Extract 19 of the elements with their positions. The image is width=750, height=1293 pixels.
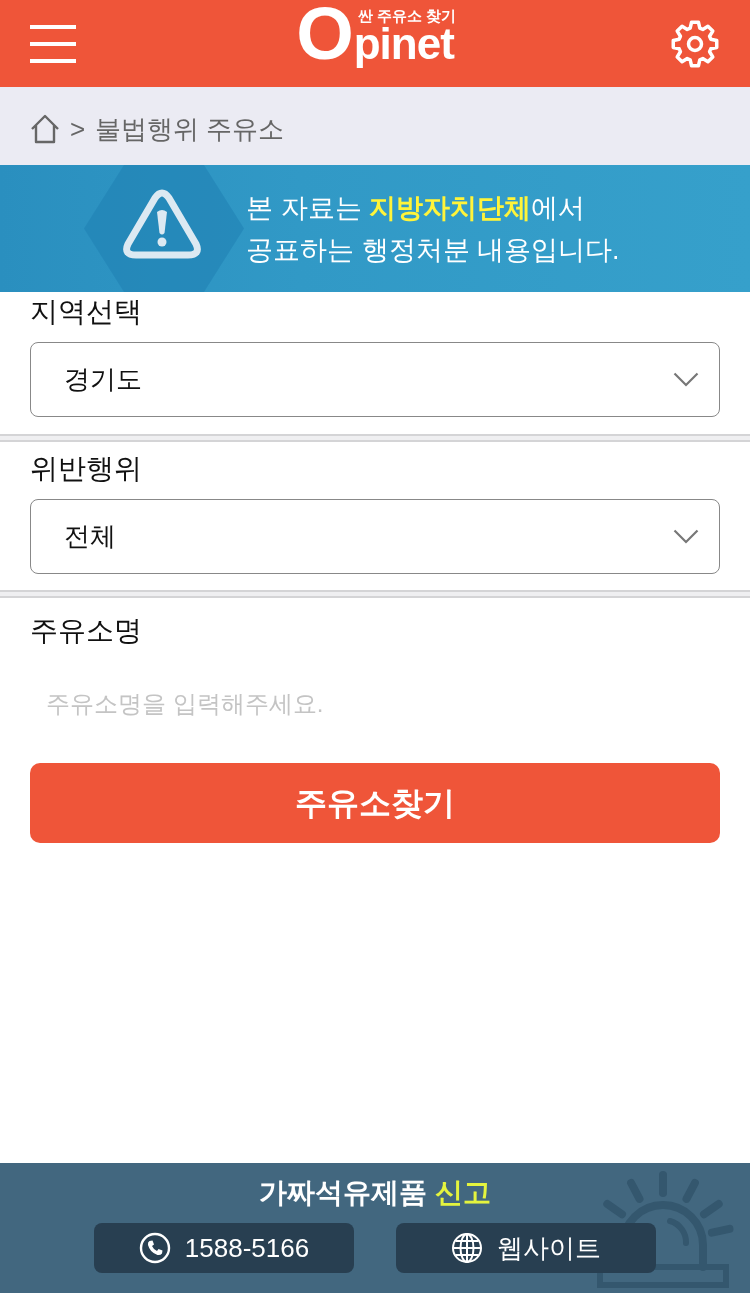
field-label: 주유소명 bbox=[30, 614, 143, 648]
field-label: 위반행위 bbox=[30, 452, 143, 486]
dropdown-select[interactable]: 경기도 bbox=[30, 342, 720, 417]
settings-icon[interactable] bbox=[670, 18, 720, 69]
breadcrumb-separator: > bbox=[70, 114, 86, 144]
field-label: 지역선택 bbox=[30, 295, 143, 329]
notice-text: 본 자료는 지방자치단체에서 공표하는 행정처분 내용입니다. bbox=[246, 191, 620, 267]
globe-icon bbox=[451, 1232, 483, 1264]
home-icon[interactable] bbox=[30, 114, 60, 144]
website-button[interactable]: 웹사이트 bbox=[396, 1223, 656, 1273]
phone-icon bbox=[138, 1232, 171, 1264]
report-title: 가짜석유제품 신고 bbox=[259, 1176, 491, 1210]
warning-icon bbox=[122, 189, 202, 259]
phone-button[interactable]: 1588-5166 bbox=[94, 1223, 354, 1273]
menu-icon[interactable] bbox=[30, 24, 76, 63]
breadcrumb-current: 불법행위 주유소 bbox=[95, 114, 285, 144]
chevron-down-icon bbox=[673, 372, 699, 387]
chevron-down-icon bbox=[673, 529, 699, 544]
dropdown-select[interactable]: 전체 bbox=[30, 499, 720, 574]
